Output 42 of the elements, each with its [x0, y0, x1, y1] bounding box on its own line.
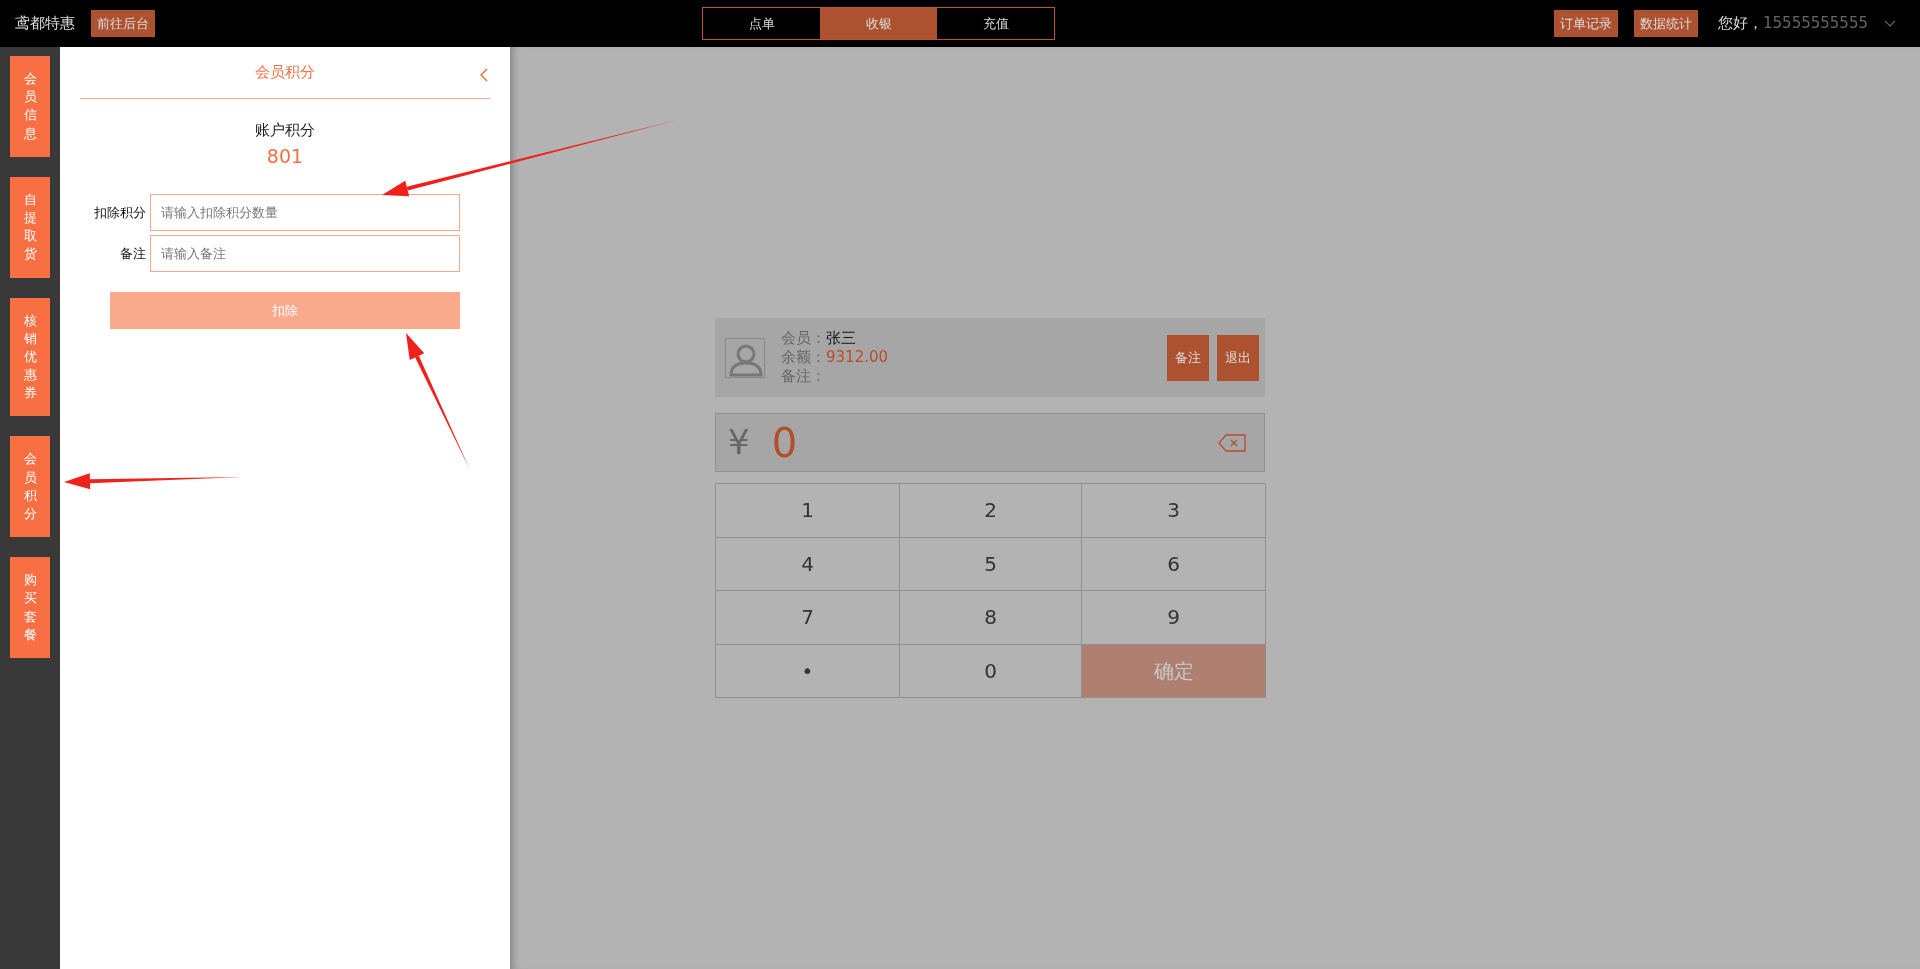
- keypad-key[interactable]: 2: [900, 484, 1082, 538]
- keypad-key[interactable]: 8: [900, 591, 1082, 645]
- sidebar-item[interactable]: 购买套餐: [10, 557, 50, 658]
- field-label: 备注: [119, 244, 146, 263]
- app-title: 鸢都特惠: [14, 13, 75, 35]
- input-field[interactable]: 请输入扣除积分数量: [150, 194, 460, 231]
- keypad-key[interactable]: 6: [1082, 537, 1266, 591]
- field-label: 扣除积分: [93, 203, 146, 222]
- nav-tab[interactable]: 收银: [820, 8, 937, 39]
- keypad-key[interactable]: 0: [900, 644, 1082, 698]
- keypad-key[interactable]: 3: [1082, 484, 1266, 538]
- member-info: 备注：: [781, 367, 827, 386]
- member-info: 余额：9312.00: [781, 348, 889, 367]
- keypad-key[interactable]: 7: [716, 591, 900, 645]
- keypad-key[interactable]: 1: [716, 484, 900, 538]
- member-info: 会员：张三: [781, 329, 857, 348]
- back-icon[interactable]: [480, 68, 488, 82]
- keypad-key[interactable]: •: [716, 644, 900, 698]
- greeting-text: 您好，: [1718, 13, 1763, 35]
- keypad-key[interactable]: 4: [716, 537, 900, 591]
- member-button[interactable]: 退出: [1217, 334, 1259, 381]
- user-name[interactable]: 15555555555: [1763, 12, 1868, 35]
- chevron-down-icon[interactable]: [1884, 19, 1896, 28]
- currency-symbol: ¥: [728, 421, 750, 464]
- sidebar-item[interactable]: 会员积分: [10, 436, 50, 538]
- balance-label: 账户积分: [254, 120, 316, 141]
- balance-value: 801: [265, 143, 305, 169]
- sidebar-item[interactable]: 核销优惠券: [10, 297, 50, 417]
- panel-title: 会员积分: [255, 62, 315, 84]
- input-field[interactable]: 请输入备注: [150, 235, 460, 272]
- header-button[interactable]: 订单记录: [1554, 9, 1618, 38]
- keypad-key[interactable]: 9: [1082, 591, 1266, 645]
- backspace-icon[interactable]: [1218, 433, 1246, 452]
- member-button[interactable]: 备注: [1167, 334, 1209, 381]
- sidebar-item[interactable]: 自提取货: [10, 176, 50, 278]
- avatar-icon: [725, 337, 765, 378]
- sidebar-item[interactable]: 会员信息: [10, 56, 50, 157]
- keypad-key[interactable]: 5: [900, 537, 1082, 591]
- confirm-button[interactable]: 确定: [1082, 644, 1266, 698]
- header-button[interactable]: 数据统计: [1634, 9, 1698, 38]
- amount-value: 0: [771, 418, 798, 468]
- backend-button[interactable]: 前往后台: [91, 9, 155, 38]
